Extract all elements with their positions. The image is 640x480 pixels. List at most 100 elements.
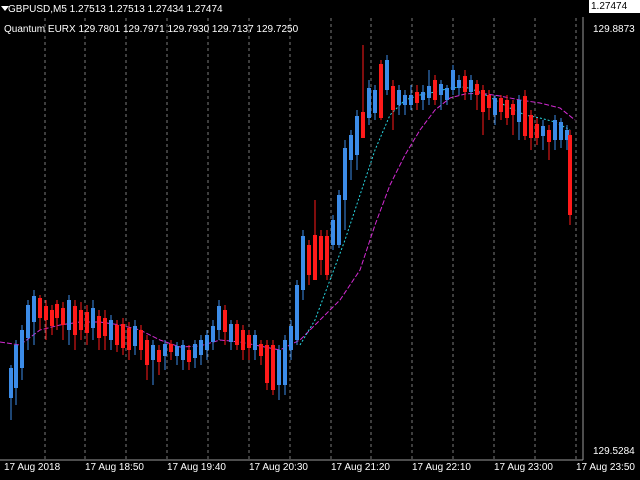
candle-body [193, 344, 197, 358]
candle-body [469, 80, 473, 92]
slow-ma-line [0, 92, 576, 351]
candle-body [211, 326, 215, 342]
candle-body [475, 84, 479, 95]
candle-body [307, 245, 311, 275]
candle-body [133, 326, 137, 346]
candle-body [529, 115, 533, 138]
candle-body [343, 148, 347, 200]
candle-body [20, 330, 24, 368]
candle-body [127, 328, 131, 350]
candle-body [103, 318, 107, 336]
candle-body [55, 304, 59, 318]
candle-body [85, 312, 89, 333]
candle-body [361, 112, 365, 138]
candle-body [115, 325, 119, 345]
candle-body [313, 235, 317, 280]
vertical-grid [44, 18, 577, 460]
candle-body [91, 308, 95, 328]
candle-body [283, 340, 287, 385]
candle-body [445, 88, 449, 100]
candle-body [517, 100, 521, 122]
time-label: 17 Aug 20:30 [249, 462, 308, 473]
candle-body [235, 324, 239, 345]
candle-body [403, 95, 407, 105]
candle-body [199, 340, 203, 355]
chart-window[interactable]: GBPUSD,M5 1.27513 1.27513 1.27434 1.2747… [0, 0, 640, 480]
candle-body [253, 335, 257, 350]
current-price-badge: 1.27474 [589, 0, 640, 13]
candle-body [295, 285, 299, 340]
candle-body [568, 135, 572, 215]
time-label: 17 Aug 23:00 [494, 462, 553, 473]
time-label: 17 Aug 19:40 [167, 462, 226, 473]
candle-body [32, 296, 36, 322]
candle-body [181, 345, 185, 360]
candle-body [163, 344, 167, 356]
candle-body [50, 310, 54, 326]
candle-body [355, 116, 359, 155]
candle-body [331, 220, 335, 245]
candle-body [523, 96, 527, 136]
candle-body [44, 306, 48, 320]
candlestick-series [9, 45, 572, 420]
candle-body [205, 335, 209, 350]
candle-body [427, 86, 431, 98]
candle-body [481, 90, 485, 112]
candle-body [499, 98, 503, 112]
candle-body [451, 70, 455, 90]
time-label: 17 Aug 23:50 [576, 462, 635, 473]
time-label: 17 Aug 18:50 [85, 462, 144, 473]
candle-body [535, 124, 539, 138]
time-label: 17 Aug 22:10 [412, 462, 471, 473]
candle-body [463, 76, 467, 92]
time-label: 17 Aug 2018 [4, 462, 61, 473]
candle-body [265, 345, 269, 383]
candle-body [169, 344, 173, 352]
candle-body [415, 92, 419, 103]
symbol-title: GBPUSD,M5 1.27513 1.27513 1.27434 1.2747… [8, 4, 223, 15]
candle-body [145, 340, 149, 365]
candle-body [151, 345, 155, 360]
candle-body [79, 310, 83, 330]
candle-body [367, 88, 371, 118]
candle-body [73, 306, 77, 335]
candle-body [487, 95, 491, 108]
candle-body [505, 100, 509, 118]
candle-body [259, 344, 263, 356]
candle-body [553, 120, 557, 140]
candle-body [409, 95, 413, 105]
candle-body [493, 98, 497, 115]
candle-body [175, 346, 179, 356]
candle-body [271, 345, 275, 390]
candle-body [337, 195, 341, 245]
candle-body [373, 90, 377, 113]
candle-body [109, 320, 113, 340]
candle-body [14, 345, 18, 388]
candle-body [97, 316, 101, 338]
candle-body [379, 64, 383, 118]
candle-body [26, 305, 30, 338]
price-label-bottom: 129.5284 [593, 446, 635, 457]
price-label-top: 129.8873 [593, 24, 635, 35]
candle-body [559, 122, 563, 140]
candle-body [439, 84, 443, 95]
candle-body [217, 306, 221, 330]
candle-body [9, 368, 13, 398]
candle-body [223, 310, 227, 332]
candle-body [547, 130, 551, 142]
candle-body [67, 300, 71, 330]
candle-body [301, 236, 305, 290]
candle-body [433, 80, 437, 100]
candle-body [457, 80, 461, 88]
candle-body [421, 92, 425, 100]
candle-body [289, 326, 293, 350]
candle-body [319, 236, 323, 260]
time-label: 17 Aug 21:20 [331, 462, 390, 473]
candle-body [247, 335, 251, 348]
candle-body [61, 308, 65, 325]
candle-body [241, 330, 245, 350]
plot-area[interactable] [0, 0, 640, 480]
candle-body [391, 86, 395, 110]
candle-body [349, 135, 353, 160]
candle-body [277, 350, 281, 385]
